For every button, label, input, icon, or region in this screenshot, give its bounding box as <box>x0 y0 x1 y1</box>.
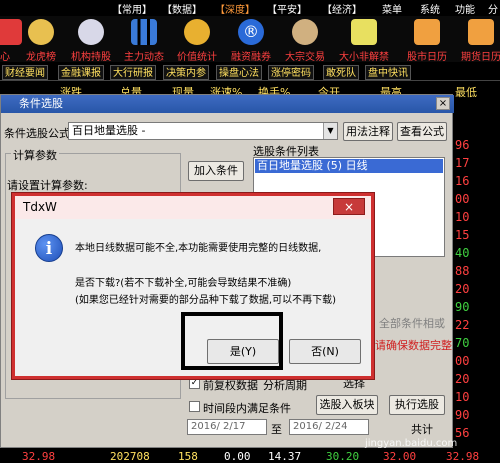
toolbar-item-stock-calendar[interactable]: 股市日历 <box>398 16 456 63</box>
tab-finance-news[interactable]: 财经要闻 <box>2 65 48 80</box>
prev-rehab-checkbox[interactable]: ✓ <box>189 378 200 389</box>
window-title: 条件选股 <box>19 97 63 110</box>
to-label: 至 <box>271 423 282 436</box>
menu-pingan[interactable]: 【平安】 <box>267 1 307 16</box>
menu-more[interactable]: 分 <box>488 1 498 16</box>
price-cell: 40 <box>455 246 470 260</box>
table-cell: 32.98 <box>446 450 480 463</box>
menu-main[interactable]: 菜单 <box>382 1 402 16</box>
tab-limit-up[interactable]: 涨停密码 <box>268 65 314 80</box>
tab-trading-tips[interactable]: 操盘心法 <box>216 65 262 80</box>
close-button[interactable]: × <box>436 97 450 110</box>
dialog-titlebar[interactable]: TdxW × <box>15 196 371 219</box>
table-cell: 32.00 <box>383 450 417 463</box>
top-menu-bar: 【常用】 【数据】 【深度】 【平安】 【经济】 菜单 系统 功能 分 <box>0 0 500 16</box>
total-label: 共计 <box>411 423 433 436</box>
price-cell: 90 <box>455 300 470 314</box>
institution-icon <box>78 19 104 45</box>
tab-insider[interactable]: 决策内参 <box>163 65 209 80</box>
menu-depth[interactable]: 【深度】 <box>215 1 255 16</box>
price-cell: 15 <box>455 228 470 242</box>
icon-toolbar: 心 龙虎榜 机构持股 主力动态 价值统计 ® 融资融券 大宗交易 大小非解禁 股… <box>0 16 500 63</box>
price-cell: 70 <box>455 336 470 350</box>
execute-selection-button[interactable]: 执行选股 <box>389 395 445 415</box>
table-cell: 30.20 <box>326 450 360 463</box>
dialog-message-line3: (如果您已经针对需要的部分品种下载了数据,可以不再下载) <box>75 295 336 306</box>
menu-function[interactable]: 功能 <box>455 1 475 16</box>
price-cell: 00 <box>455 192 470 206</box>
handshake-icon <box>292 19 318 45</box>
tab-finance-class[interactable]: 金融课报 <box>58 65 104 80</box>
price-cell: 20 <box>455 282 470 296</box>
column-header: 最低 <box>455 86 477 99</box>
calendar-icon <box>414 19 440 45</box>
highlight-box <box>181 312 283 370</box>
date-from-picker[interactable]: 2016/ 2/17 <box>187 419 267 435</box>
time-range-label: 时间段内满足条件 <box>203 402 291 415</box>
formula-label: 条件选股公式 <box>4 127 70 140</box>
menu-data[interactable]: 【数据】 <box>162 1 202 16</box>
dialog-message-line2: 是否下载?(若不下载补全,可能会导致结果不准确) <box>75 278 292 289</box>
params-prompt: 请设置计算参数: <box>7 179 88 192</box>
menu-common[interactable]: 【常用】 <box>112 1 152 16</box>
price-cell: 10 <box>455 210 470 224</box>
select-into-block-button[interactable]: 选股入板块 <box>316 395 378 415</box>
news-tabs: 财经要闻 金融课报 大行研报 决策内参 操盘心法 涨停密码 敢死队 盘中快讯 <box>0 64 500 81</box>
dialog-message-line1: 本地日线数据可能不全,本功能需要使用完整的日线数据, <box>75 243 322 254</box>
list-item[interactable]: 百日地量选股 (5) 日线 <box>255 159 443 173</box>
toolbar-item-main-force[interactable]: 主力动态 <box>115 16 173 63</box>
coin-icon <box>184 19 210 45</box>
params-group-title: 计算参数 <box>11 147 59 163</box>
unlock-icon <box>351 19 377 45</box>
price-cell: 22 <box>455 318 470 332</box>
date-to-picker[interactable]: 2016/ 2/24 <box>289 419 369 435</box>
price-cell: 96 <box>455 138 470 152</box>
watermark: jingyan.baidu.com <box>365 438 458 449</box>
tiger-icon <box>28 19 54 45</box>
price-cell: 88 <box>455 264 470 278</box>
dialog-title: TdxW <box>23 200 57 214</box>
table-cell: 14.37 <box>268 450 302 463</box>
formula-select[interactable]: 百日地量选股 - ▼ <box>68 122 338 140</box>
all-conditions-or-label: 全部条件相或 <box>379 317 445 330</box>
table-cell: 0.00 <box>224 450 251 463</box>
time-range-checkbox[interactable] <box>189 401 200 412</box>
toolbar-item-institution[interactable]: 机构持股 <box>62 16 120 63</box>
prev-rehab-label: 前复权数据 <box>203 379 258 392</box>
table-cell: 158 <box>178 450 198 463</box>
calendar-icon <box>468 19 494 45</box>
tab-flash-news[interactable]: 盘中快讯 <box>365 65 411 80</box>
price-cell: 16 <box>455 174 470 188</box>
usage-notes-button[interactable]: 用法注释 <box>343 122 393 141</box>
window-titlebar[interactable]: 条件选股 × <box>1 95 454 113</box>
price-cell: 17 <box>455 156 470 170</box>
bar-chart-icon <box>131 19 157 45</box>
registered-icon: ® <box>238 19 264 45</box>
tab-dare-squad[interactable]: 敢死队 <box>323 65 359 80</box>
period-label: 分析周期 <box>263 379 307 392</box>
toolbar-item-futures-calendar[interactable]: 期货日历 <box>452 16 500 63</box>
menu-system[interactable]: 系统 <box>420 1 440 16</box>
info-icon: i <box>35 234 63 262</box>
chevron-down-icon: ▼ <box>323 123 337 139</box>
menu-economy[interactable]: 【经济】 <box>322 1 362 16</box>
no-button[interactable]: 否(N) <box>289 339 361 364</box>
add-condition-button[interactable]: 加入条件 <box>188 161 244 181</box>
view-formula-button[interactable]: 查看公式 <box>397 122 447 141</box>
table-cell: 202708 <box>110 450 150 463</box>
table-cell: 32.98 <box>22 450 56 463</box>
toolbar-item-value-stats[interactable]: 价值统计 <box>168 16 226 63</box>
tab-research[interactable]: 大行研报 <box>110 65 156 80</box>
toolbar-item-block-trade[interactable]: 大宗交易 <box>276 16 334 63</box>
toolbar-item-unlock[interactable]: 大小非解禁 <box>335 16 393 63</box>
price-cell: 20 <box>455 372 470 386</box>
price-cell: 00 <box>455 354 470 368</box>
data-warning-text: 请确保数据完整 <box>375 339 452 352</box>
toolbar-item-margin[interactable]: ® 融资融券 <box>222 16 280 63</box>
price-cell: 90 <box>455 408 470 422</box>
price-cell: 10 <box>455 390 470 404</box>
dialog-close-button[interactable]: × <box>333 198 365 215</box>
